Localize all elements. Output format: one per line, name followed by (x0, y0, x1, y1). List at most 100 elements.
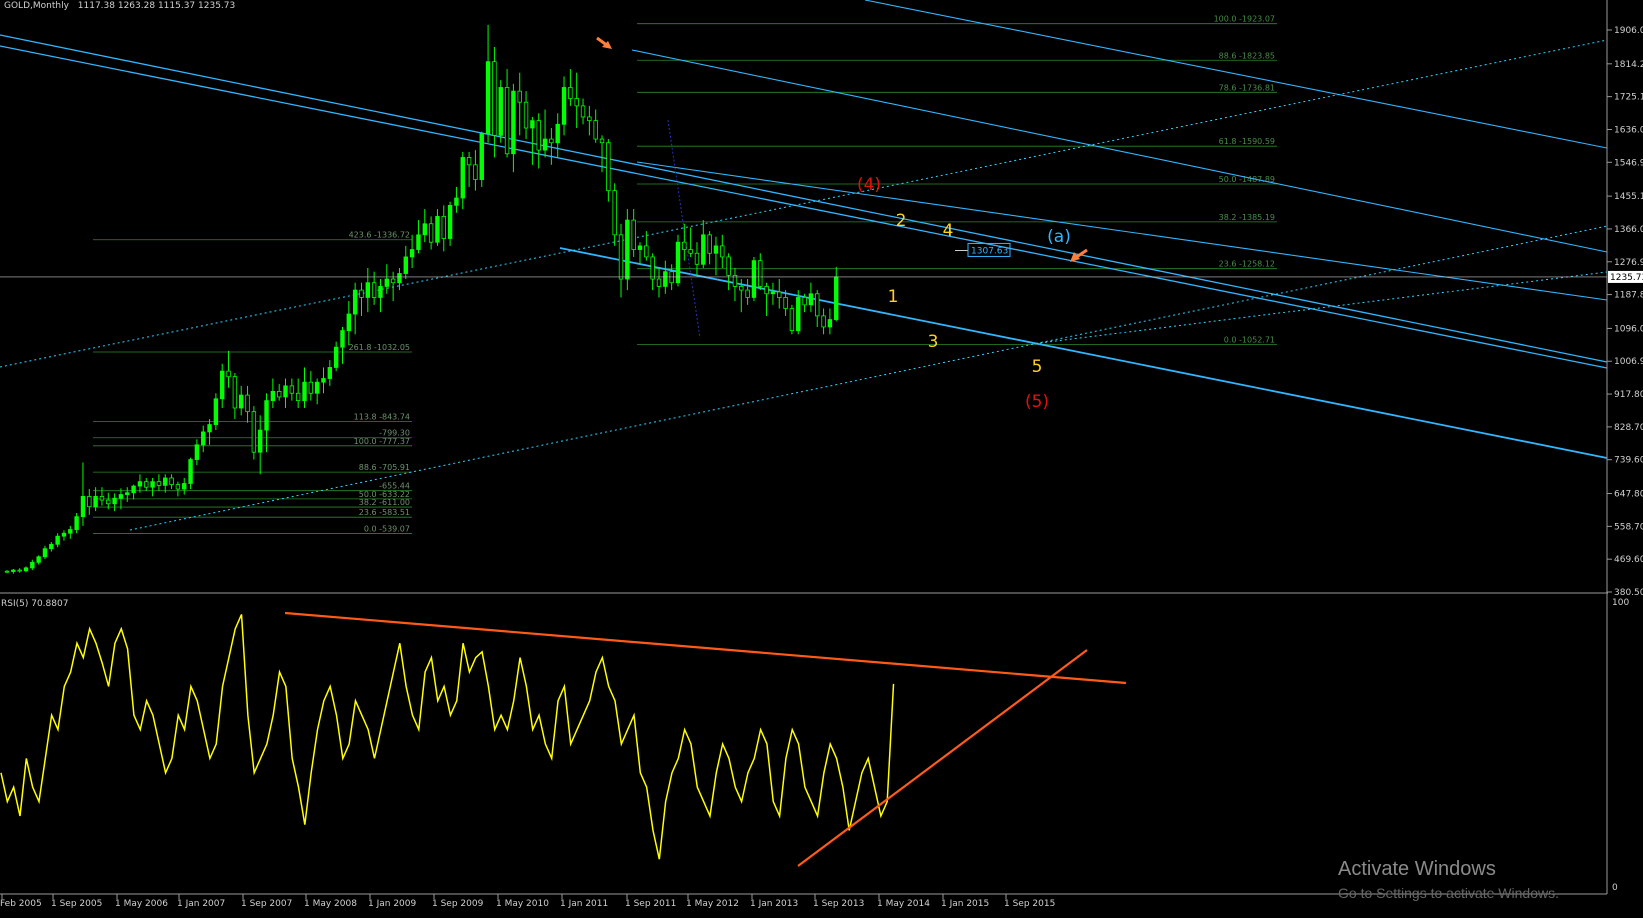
bear-candle-body (492, 61, 497, 136)
bear-candle-body (783, 297, 788, 309)
price-axis-label: 1006.90 (1614, 357, 1643, 367)
bull-candle-body (796, 297, 801, 332)
bull-candle-body (713, 245, 719, 254)
bull-candle-body (561, 87, 567, 125)
bull-candle-body (11, 569, 16, 572)
candle (498, 80, 503, 143)
bear-candle-body (656, 278, 662, 287)
bull-candle-body (49, 543, 54, 550)
bear-candle-body (612, 190, 617, 236)
bull-candle-body (770, 291, 776, 295)
bull-candle-body (302, 381, 307, 402)
time-axis-label: 1 May 2014 (877, 899, 930, 909)
bear-candle-body (17, 569, 22, 572)
bear-candle-body (473, 164, 478, 180)
bear-candle-body (789, 308, 795, 332)
bull-candle-body (637, 245, 643, 250)
fib-level-label: 100.0 -777.37 (354, 437, 410, 446)
bull-candle-body (207, 424, 212, 433)
wave-label: 3 (928, 332, 939, 352)
price-axis-label: 1366.00 (1614, 225, 1643, 235)
time-axis-label: 1 May 2008 (304, 899, 357, 909)
bull-candle-body (378, 286, 383, 298)
current-price-label: 1235.73 (1610, 273, 1643, 283)
gold-monthly-chart[interactable]: 423.6 -1336.72 261.8 -1032.05 113.8 -843.7… (0, 0, 1643, 918)
bull-candle-body (333, 346, 339, 368)
bear-candle-body (226, 370, 231, 378)
price-axis-label: 1187.80 (1614, 291, 1643, 301)
bear-candle-body (245, 394, 250, 413)
bull-candle-body (118, 494, 124, 499)
bull-candle-body (808, 293, 814, 306)
bull-candle-body (283, 385, 288, 398)
bull-candle-body (498, 87, 503, 136)
bear-candle-body (682, 241, 687, 250)
bear-candle-body (802, 297, 807, 306)
price-axis-label: 1546.90 (1614, 158, 1643, 168)
time-axis-label: 1 May 2010 (496, 899, 549, 909)
bull-candle-body (454, 197, 459, 206)
bull-candle-body (257, 429, 263, 453)
wave-label: 1 (888, 287, 899, 307)
bull-candle-body (701, 234, 706, 265)
candle (213, 393, 219, 431)
bear-candle-body (650, 256, 655, 280)
time-axis-label: 1 Jan 2007 (177, 899, 225, 909)
bull-candle-body (346, 313, 352, 332)
candle (789, 304, 795, 335)
bull-candle-body (352, 289, 358, 315)
bull-candle-body (827, 319, 833, 328)
chart-title: GOLD,Monthly 1117.38 1263.28 1115.37 123… (4, 1, 235, 11)
bear-candle-body (276, 391, 282, 398)
price-axis-label: 1725.10 (1614, 93, 1643, 103)
bull-candle-body (270, 391, 276, 402)
bear-candle-body (4, 570, 10, 573)
time-axis-label: 1 Sep 2013 (813, 899, 864, 909)
bear-candle-body (175, 484, 181, 490)
bull-candle-body (74, 516, 79, 530)
bull-candle-body (163, 477, 168, 486)
bull-candle-body (511, 90, 516, 155)
bear-candle-body (739, 286, 744, 291)
bull-candle-body (416, 234, 421, 250)
rsi-axis-label: 100 (1612, 598, 1629, 608)
fib-level-label: 88.6 -705.91 (359, 463, 410, 472)
price-axis-label: 1096.00 (1614, 324, 1643, 334)
bear-candle-body (777, 291, 782, 298)
fib-level-label: 23.6 -583.51 (359, 508, 410, 517)
time-axis-label: 1 May 2012 (686, 899, 739, 909)
bear-candle-body (308, 381, 314, 394)
bear-candle-body (821, 315, 826, 328)
bull-candle-body (409, 249, 415, 258)
bull-candle-body (150, 481, 155, 488)
wave-label: (a) (1047, 227, 1071, 247)
bear-candle-body (251, 411, 257, 453)
bull-candle-body (663, 271, 668, 287)
fib-level-label: 261.8 -1032.05 (349, 343, 410, 352)
bull-candle-body (239, 394, 244, 409)
bull-candle-body (340, 330, 345, 348)
candle (675, 234, 681, 287)
bear-candle-body (156, 481, 162, 486)
wave-label: (5) (1025, 392, 1049, 412)
wave-label: 2 (896, 211, 907, 231)
bull-candle-body (80, 495, 86, 518)
wave-label: 4 (943, 221, 954, 241)
bear-candle-body (295, 392, 301, 402)
time-axis-label: 1 May 2006 (115, 899, 168, 909)
time-axis-label: 1 Sep 2011 (625, 899, 676, 909)
bear-candle-body (694, 252, 700, 265)
bear-candle-body (289, 385, 295, 394)
bull-candle-body (542, 138, 548, 151)
bull-candle-body (479, 133, 484, 180)
watermark-title: Activate Windows (1338, 858, 1496, 880)
bull-candle-body (36, 556, 41, 563)
bear-candle-body (606, 142, 611, 192)
bear-candle-body (593, 120, 598, 140)
bull-candle-body (125, 492, 130, 495)
time-axis-label: 1 Sep 2007 (241, 899, 292, 909)
time-axis-label: 1 Sep 2015 (1004, 899, 1055, 909)
bull-candle-body (131, 485, 136, 494)
fib-level-label: 38.2 -611.00 (359, 498, 410, 507)
bull-candle-body (625, 219, 630, 280)
